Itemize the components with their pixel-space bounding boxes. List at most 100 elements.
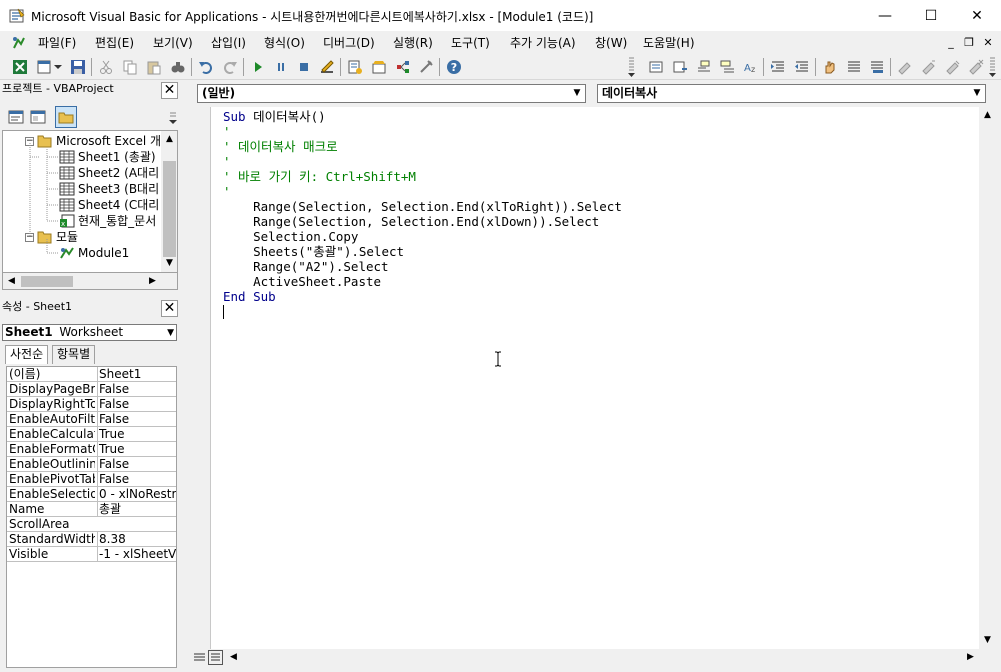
tree-item-sheet2[interactable]: Sheet2 (A대리 [59, 165, 159, 181]
scroll-left-icon[interactable]: ◀ [225, 649, 242, 666]
object-combo[interactable]: (일반) ▼ [197, 84, 586, 103]
close-button[interactable]: ✕ [954, 0, 1000, 31]
menu-insert[interactable]: 삽입(I) [210, 34, 247, 52]
code-line[interactable]: End Sub [223, 289, 276, 304]
insert-dropdown-icon[interactable] [52, 57, 64, 77]
menu-addins[interactable]: 추가 기능(A) [509, 34, 577, 52]
property-value[interactable]: Sheet1 [97, 367, 176, 381]
redo-icon[interactable] [220, 57, 240, 77]
project-panel-close-icon[interactable]: ✕ [161, 82, 178, 99]
minimize-button[interactable]: — [862, 0, 908, 31]
property-row[interactable]: Visible -1 - xlSheetVisible [7, 547, 176, 562]
code-line[interactable]: ' [223, 184, 231, 199]
maximize-button[interactable]: ☐ [908, 0, 954, 31]
view-code-icon[interactable] [8, 109, 24, 125]
project-toolbar-grip[interactable] [168, 110, 178, 126]
find-icon[interactable] [168, 57, 188, 77]
properties-panel-close-icon[interactable]: ✕ [161, 300, 178, 317]
property-value[interactable]: False [97, 457, 176, 471]
list-constants-icon[interactable] [670, 57, 690, 77]
property-row[interactable]: DisplayRightToLeftFalse [7, 397, 176, 412]
code-line[interactable]: ' [223, 154, 231, 169]
scroll-up-icon[interactable]: ▲ [161, 131, 177, 148]
break-icon[interactable] [271, 57, 291, 77]
help-icon[interactable]: ? [444, 57, 464, 77]
tree-item-sheet1[interactable]: Sheet1 (총괄) [59, 149, 156, 165]
scroll-right-icon[interactable]: ▶ [962, 649, 979, 666]
scroll-thumb[interactable] [163, 161, 176, 257]
menu-help[interactable]: 도움말(H) [642, 34, 696, 52]
menu-window[interactable]: 창(W) [594, 34, 628, 52]
procedure-combo[interactable]: 데이터복사 ▼ [597, 84, 986, 103]
code-line[interactable]: ActiveSheet.Paste [223, 274, 381, 289]
code-line[interactable]: ' 바로 가기 키: Ctrl+Shift+M [223, 169, 416, 184]
cut-icon[interactable] [96, 57, 116, 77]
tree-vscroll[interactable]: ▲ ▼ [161, 131, 177, 272]
property-row[interactable]: Name 총괄 [7, 502, 176, 517]
next-bookmark-icon[interactable] [919, 57, 939, 77]
panel-splitter[interactable] [182, 80, 188, 672]
code-line[interactable]: Selection.Copy [223, 229, 358, 244]
menu-tools[interactable]: 도구(T) [450, 34, 491, 52]
paste-icon[interactable] [144, 57, 164, 77]
property-row[interactable]: DisplayPageBreaksFalse [7, 382, 176, 397]
menu-edit[interactable]: 편집(E) [94, 34, 135, 52]
code-hscroll[interactable]: ◀ ▶ [190, 649, 996, 666]
property-row[interactable]: (이름) Sheet1 [7, 367, 176, 382]
object-browser-icon[interactable] [393, 57, 413, 77]
property-value[interactable]: False [97, 412, 176, 426]
tree-item-sheet4[interactable]: Sheet4 (C대리 [59, 197, 159, 213]
property-value[interactable]: True [97, 427, 176, 441]
property-row[interactable]: StandardWidth 8.38 [7, 532, 176, 547]
toggle-breakpoint-icon[interactable] [820, 57, 840, 77]
code-line[interactable]: Range(Selection, Selection.End(xlDown)).… [223, 214, 599, 229]
code-editor[interactable]: Sub 데이터복사() ' ' 데이터복사 매크로 ' ' 바로 가기 키: C… [211, 107, 979, 649]
copy-icon[interactable] [120, 57, 140, 77]
tree-hscroll[interactable]: ◀ ▶ [2, 273, 178, 290]
procedure-view-icon[interactable] [192, 650, 207, 665]
full-module-view-icon[interactable] [208, 650, 223, 665]
scroll-down-icon[interactable]: ▼ [161, 255, 177, 272]
property-row[interactable]: EnableSelection0 - xlNoRestrictions [7, 487, 176, 502]
code-line[interactable]: ' [223, 124, 231, 139]
mdi-minimize-icon[interactable]: _ [944, 36, 958, 50]
scroll-right-icon[interactable]: ▶ [144, 273, 161, 290]
vba-app-icon[interactable] [9, 8, 25, 24]
parameter-info-icon[interactable] [718, 57, 738, 77]
code-line[interactable]: Range(Selection, Selection.End(xlToRight… [223, 199, 622, 214]
property-row[interactable]: EnableOutlining False [7, 457, 176, 472]
property-value[interactable]: 8.38 [97, 532, 176, 546]
tree-item-sheet3[interactable]: Sheet3 (B대리 [59, 181, 159, 197]
object-selector[interactable]: Sheet1 Worksheet ▼ [2, 324, 177, 341]
indent-icon[interactable] [768, 57, 788, 77]
outdent-icon[interactable] [792, 57, 812, 77]
code-vscroll[interactable]: ▲ ▼ [979, 107, 996, 649]
property-row[interactable]: ScrollArea [7, 517, 176, 532]
property-value[interactable]: False [97, 382, 176, 396]
toolbox-icon[interactable] [416, 57, 436, 77]
property-row[interactable]: EnablePivotTableFalse [7, 472, 176, 487]
property-row[interactable]: EnableAutoFilterFalse [7, 412, 176, 427]
property-row[interactable]: EnableCalculationTrue [7, 427, 176, 442]
menu-debug[interactable]: 디버그(D) [322, 34, 376, 52]
tab-alphabetic[interactable]: 사전순 [5, 345, 49, 364]
scroll-thumb[interactable] [21, 276, 73, 287]
clear-bookmarks-icon[interactable] [966, 57, 986, 77]
save-icon[interactable] [68, 57, 88, 77]
run-icon[interactable] [248, 57, 268, 77]
property-value[interactable]: -1 - xlSheetVisible [97, 547, 176, 561]
menu-format[interactable]: 형식(O) [263, 34, 306, 52]
code-line[interactable]: Range("A2").Select [223, 259, 388, 274]
toolbar-overflow-icon[interactable] [988, 56, 997, 78]
scroll-down-icon[interactable]: ▼ [979, 632, 996, 649]
property-value[interactable]: False [97, 472, 176, 486]
code-line[interactable]: Sub 데이터복사() [223, 109, 326, 124]
design-mode-icon[interactable] [317, 57, 337, 77]
tab-categorized[interactable]: 항목별 [52, 345, 96, 364]
complete-word-icon[interactable]: Az [741, 57, 761, 77]
property-value[interactable]: 총괄 [97, 502, 176, 516]
scroll-up-icon[interactable]: ▲ [979, 107, 996, 124]
insert-module-icon[interactable] [34, 57, 54, 77]
toggle-bookmark-icon[interactable] [895, 57, 915, 77]
list-properties-icon[interactable] [646, 57, 666, 77]
